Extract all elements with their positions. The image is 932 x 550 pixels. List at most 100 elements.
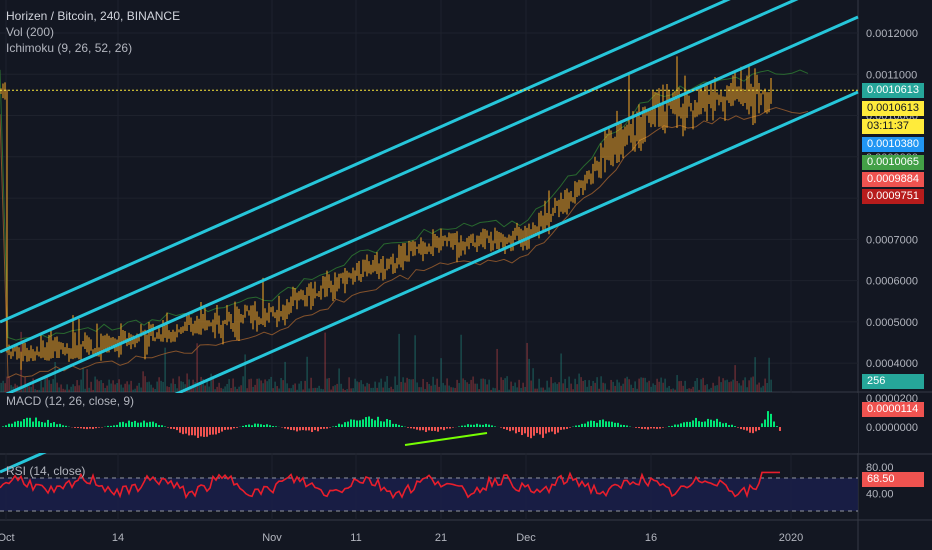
- volume-bar: [578, 373, 580, 392]
- macd-bar: [443, 427, 445, 431]
- volume-bar: [472, 376, 474, 392]
- price-axis-label: 0.0006000: [866, 276, 918, 288]
- macd-bar: [551, 427, 553, 432]
- volume-bar: [658, 381, 660, 392]
- macd-bar: [476, 423, 478, 427]
- macd-bar: [50, 423, 52, 427]
- time-axis-label: 14: [112, 532, 124, 544]
- volume-bar: [464, 380, 466, 392]
- macd-bar: [728, 425, 730, 427]
- volume-bar: [304, 380, 306, 392]
- volume-bar: [270, 376, 272, 392]
- macd-bar: [599, 420, 601, 427]
- macd-indicator-label[interactable]: MACD (12, 26, close, 9): [6, 394, 134, 408]
- volume-bar: [606, 389, 608, 392]
- volume-bar: [414, 335, 416, 392]
- volume-bar: [122, 387, 124, 392]
- volume-bar: [668, 385, 670, 392]
- volume-bar: [500, 377, 502, 392]
- volume-bar: [168, 387, 170, 392]
- volume-bar: [74, 386, 76, 392]
- macd-bar: [749, 427, 751, 433]
- macd-bar: [176, 427, 178, 431]
- price-tag: 0.0010380: [862, 137, 924, 152]
- ichimoku-indicator-label[interactable]: Ichimoku (9, 26, 52, 26): [6, 41, 132, 55]
- volume-bar: [600, 376, 602, 392]
- macd-bar: [509, 427, 511, 432]
- macd-bar: [755, 427, 757, 432]
- volume-bar: [364, 386, 366, 392]
- volume-bar: [4, 383, 6, 392]
- macd-bar: [83, 427, 85, 429]
- volume-bar: [570, 383, 572, 392]
- volume-bar: [468, 383, 470, 392]
- volume-bar: [664, 378, 666, 392]
- volume-bar: [564, 378, 566, 392]
- macd-bar: [26, 417, 28, 427]
- volume-bar: [462, 378, 464, 392]
- macd-bar: [722, 423, 724, 427]
- macd-bar: [323, 427, 325, 429]
- volume-bar: [484, 379, 486, 392]
- volume-bar: [84, 388, 86, 392]
- volume-bar: [640, 377, 642, 392]
- macd-bar: [290, 427, 292, 430]
- chart-canvas[interactable]: 0.00120000.00110000.00100000.00090000.00…: [0, 0, 932, 550]
- volume-bar: [306, 356, 308, 392]
- volume-bar: [726, 379, 728, 392]
- macd-bar: [344, 422, 346, 427]
- volume-bar: [710, 387, 712, 392]
- macd-bar: [575, 425, 577, 427]
- volume-bar: [246, 388, 248, 392]
- macd-bar: [701, 421, 703, 427]
- volume-bar: [40, 381, 42, 392]
- volume-bar: [366, 382, 368, 392]
- macd-bar: [524, 427, 526, 434]
- price-tag: 0.0010613: [862, 101, 924, 116]
- volume-bar: [262, 383, 264, 392]
- volume-bar: [688, 388, 690, 392]
- volume-bar: [586, 386, 588, 392]
- volume-bar: [204, 385, 206, 392]
- macd-bar: [200, 427, 202, 437]
- macd-bar: [758, 427, 760, 431]
- volume-bar: [696, 378, 698, 392]
- volume-bar: [136, 385, 138, 392]
- volume-bar: [670, 389, 672, 392]
- macd-bar: [194, 427, 196, 436]
- volume-bar: [280, 378, 282, 392]
- macd-bar: [527, 427, 529, 437]
- volume-bar: [540, 387, 542, 392]
- volume-bar: [50, 383, 52, 392]
- volume-indicator-label[interactable]: Vol (200): [6, 25, 54, 39]
- volume-bar: [42, 387, 44, 392]
- volume-bar: [162, 381, 164, 392]
- macd-bar: [122, 421, 124, 427]
- volume-bar: [268, 379, 270, 392]
- macd-bar: [707, 418, 709, 427]
- volume-bar: [224, 386, 226, 392]
- macd-bar: [392, 423, 394, 427]
- volume-bar: [8, 376, 10, 392]
- rsi-indicator-label[interactable]: RSI (14, close): [6, 464, 85, 478]
- volume-bar: [522, 382, 524, 392]
- volume-bar: [248, 379, 250, 392]
- macd-bar: [536, 427, 538, 434]
- volume-bar: [250, 378, 252, 392]
- volume-bar: [764, 378, 766, 392]
- macd-bar: [65, 425, 67, 427]
- volume-bar: [326, 378, 328, 392]
- volume-bar: [636, 388, 638, 392]
- price-axis-label: 0.0007000: [866, 234, 918, 246]
- macd-bar: [269, 425, 271, 427]
- volume-bar: [504, 378, 506, 392]
- volume-bar: [766, 382, 768, 392]
- volume-bar: [760, 387, 762, 392]
- macd-bar: [398, 424, 400, 427]
- macd-bar: [86, 427, 88, 430]
- volume-bar: [360, 380, 362, 392]
- volume-bar: [314, 387, 316, 392]
- volume-bar: [460, 334, 462, 392]
- volume-bar: [66, 384, 68, 392]
- macd-bar: [548, 427, 550, 433]
